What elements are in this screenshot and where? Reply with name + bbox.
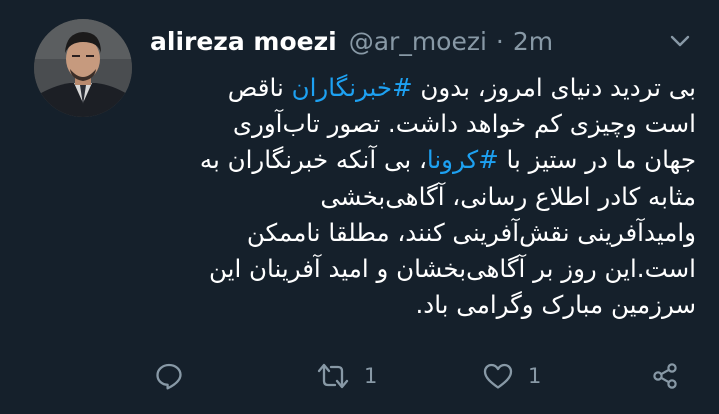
tweet-text: بی تردید دنیای امروز، بدون #خبرنگاران نا…	[150, 70, 696, 323]
tweet-text-line: سرزمین مبارک وگرامی باد.	[150, 287, 697, 323]
hashtag-link[interactable]: #کرونا	[427, 145, 499, 174]
tweet-card[interactable]: alireza moezi @ar_moezi · 2m بی تردید دن…	[0, 0, 719, 414]
reply-button[interactable]	[154, 358, 184, 394]
tweet-text-segment: مثابه کادر اطلاع رسانی، آگاهی‌بخشی	[320, 181, 696, 211]
user-handle[interactable]: @ar_moezi	[349, 22, 487, 62]
separator-dot: ·	[495, 27, 504, 56]
tweet-text-line: مثابه کادر اطلاع رسانی، آگاهی‌بخشی	[150, 179, 696, 215]
chevron-down-icon[interactable]	[669, 30, 691, 52]
heart-icon	[483, 363, 513, 389]
like-button[interactable]: 1	[482, 358, 541, 394]
hashtag-link[interactable]: #خبرنگاران	[292, 73, 413, 102]
reply-icon	[156, 363, 182, 390]
tweet-header: alireza moezi @ar_moezi · 2m	[150, 22, 553, 62]
share-button[interactable]	[650, 358, 680, 394]
retweet-button[interactable]: 1	[316, 358, 377, 394]
share-icon	[653, 363, 677, 389]
tweet-text-segment: بی تردید دنیای امروز، بدون	[412, 73, 696, 102]
tweet-actions: 1 1	[150, 352, 690, 400]
tweet-text-line: وامیدآفرینی نقش‌آفرینی کنند، مطلقا ناممک…	[150, 215, 696, 251]
tweet-text-segment: ناقص	[227, 73, 292, 102]
tweet-text-segment: وامیدآفرینی نقش‌آفرینی کنند، مطلقا ناممک…	[246, 217, 696, 247]
avatar[interactable]	[34, 19, 132, 117]
retweet-count: 1	[364, 364, 378, 388]
display-name[interactable]: alireza moezi	[150, 22, 337, 62]
tweet-text-segment: است وچیزی کم خواهد داشت. تصور تاب‌آوری	[232, 109, 696, 139]
timestamp[interactable]: 2m	[513, 22, 553, 62]
tweet-text-segment: ، بی آنکه خبرنگاران به	[199, 145, 427, 175]
tweet-text-segment: است.این روز بر آگاهی‌بخشان و امید آفرینا…	[208, 253, 696, 283]
tweet-text-line: است وچیزی کم خواهد داشت. تصور تاب‌آوری	[150, 106, 696, 142]
tweet-text-segment: سرزمین مبارک وگرامی باد.	[415, 290, 697, 320]
tweet-text-line: است.این روز بر آگاهی‌بخشان و امید آفرینا…	[150, 251, 696, 287]
tweet-text-segment: جهان ما در ستیز با	[498, 145, 697, 175]
like-count: 1	[528, 364, 542, 388]
retweet-icon	[317, 363, 349, 389]
tweet-text-line: جهان ما در ستیز با #کرونا، بی آنکه خبرنگ…	[150, 142, 696, 178]
tweet-text-line: بی تردید دنیای امروز، بدون #خبرنگاران نا…	[150, 70, 696, 106]
avatar-photo	[34, 19, 132, 117]
